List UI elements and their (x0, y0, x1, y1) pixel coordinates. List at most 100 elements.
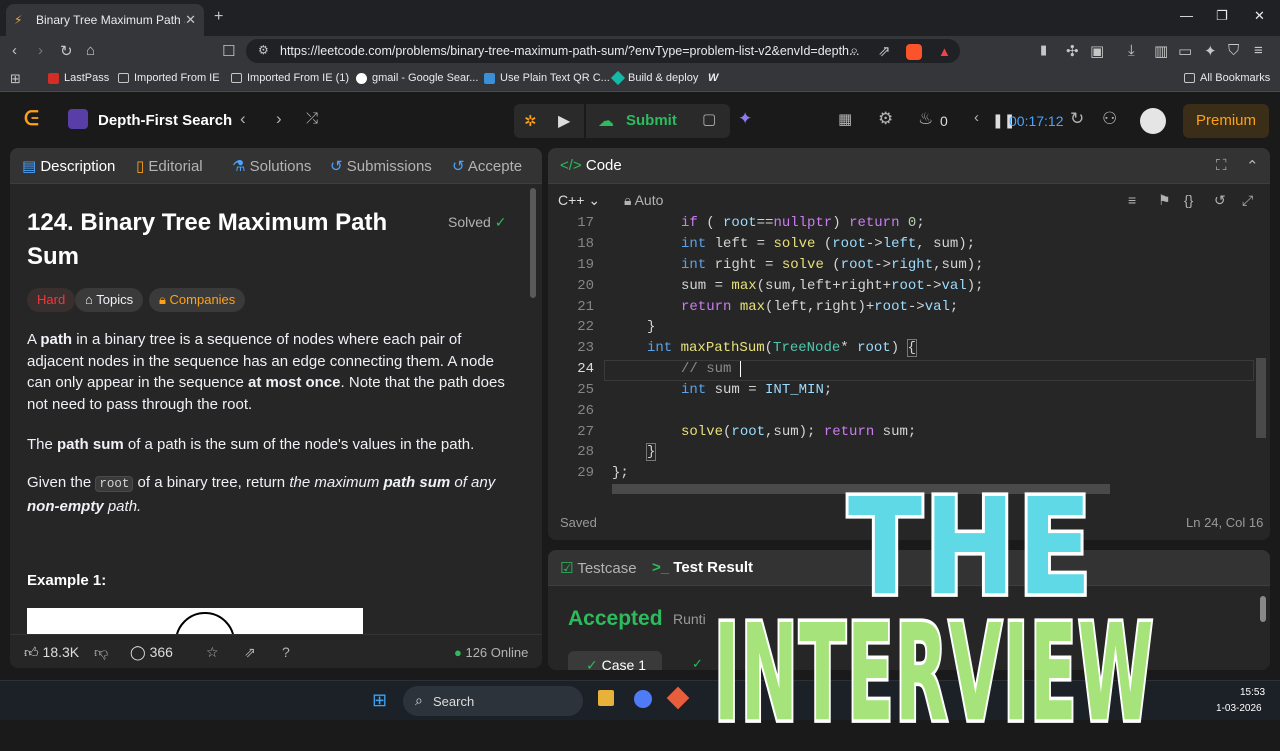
next-problem-icon[interactable]: › (276, 109, 282, 129)
new-tab-icon[interactable]: + (214, 8, 223, 26)
bookmark-w-icon[interactable]: W (708, 72, 718, 84)
download-icon[interactable]: ⤓ (1128, 42, 1135, 59)
leetcode-logo-icon[interactable]: ᕮ (24, 108, 39, 131)
line-number: 20 (577, 278, 594, 294)
check-icon: ✓ (586, 657, 602, 670)
autocomplete-toggle[interactable]: 🔒︎ Auto (624, 192, 663, 209)
copilot-icon[interactable] (634, 690, 652, 708)
description-paragraph-1: A path in a binary tree is a sequence of… (27, 331, 505, 413)
favorite-star-icon[interactable]: ☆ (206, 644, 219, 661)
home-icon[interactable]: ⌂ (86, 42, 95, 59)
tab-testcase[interactable]: ☑ Testcase (560, 559, 637, 577)
browser-tab[interactable]: ⚡ Binary Tree Maximum Path Sum ✕ (6, 4, 204, 36)
braces-icon[interactable]: {} (1184, 192, 1193, 208)
git-icon[interactable] (666, 686, 690, 710)
case-1-button[interactable]: ✓ Case 1 (568, 651, 662, 670)
wallet-icon[interactable]: ▭ (1178, 42, 1192, 60)
avatar[interactable] (1140, 108, 1166, 134)
like-button[interactable]: 👍︎ 18.3K (24, 644, 79, 661)
url-text: https://leetcode.com/problems/binary-tre… (280, 44, 860, 58)
tab-editorial[interactable]: ▯ Editorial (136, 157, 203, 175)
tab-accepted[interactable]: ↺ Accepte (452, 157, 522, 175)
bookmark-imported-ie-1[interactable]: Imported From IE (1) (231, 72, 349, 84)
shuffle-icon[interactable]: ⤮ (306, 110, 318, 127)
difficulty-badge: Hard (27, 288, 76, 312)
bookmark-page-icon[interactable]: ☐ (222, 42, 235, 60)
windows-start-icon[interactable]: ⊞ (372, 690, 387, 711)
fullscreen-icon[interactable]: ⤢ (1242, 192, 1253, 209)
topics-chip[interactable]: ⌂ Topics (75, 288, 144, 312)
leo-ai-icon[interactable]: ✦ (1204, 42, 1217, 60)
reset-timer-icon[interactable]: ↻ (1070, 109, 1084, 129)
settings-gear-icon[interactable]: ⚙ (878, 109, 893, 129)
run-icon[interactable]: ▶ (558, 111, 570, 131)
bookmark-lastpass[interactable]: LastPass (48, 72, 109, 84)
reload-icon[interactable]: ↻ (60, 42, 73, 60)
extension-flag-icon[interactable]: ▮ (1040, 42, 1047, 58)
notes-icon[interactable]: ▢ (702, 110, 716, 128)
zoom-icon[interactable]: ⌕ (850, 42, 858, 59)
scrollbar[interactable] (530, 188, 536, 298)
sidebar-icon[interactable]: ▥ (1154, 42, 1168, 60)
fire-icon[interactable]: ♨ (918, 109, 933, 129)
forward-icon[interactable]: › (38, 42, 43, 59)
taskbar-search[interactable]: ⌕ Search (403, 686, 583, 716)
close-window-icon[interactable]: ✕ (1254, 8, 1265, 24)
tab-solutions[interactable]: ⚗ Solutions (232, 157, 311, 175)
bookmark-build-deploy[interactable]: Build & deploy (610, 70, 698, 86)
add-friend-icon[interactable]: ⚇ (1102, 109, 1117, 129)
apps-grid-icon[interactable]: ⊞ (10, 71, 21, 87)
help-icon[interactable]: ? (282, 644, 290, 660)
screenshot-icon[interactable]: ▣ (1090, 42, 1104, 60)
code-panel-header: </> Code ⛶ ⌃ (548, 148, 1270, 184)
companies-chip[interactable]: 🔒︎ Companies (149, 288, 246, 312)
comments-button[interactable]: ◯ 366 (130, 644, 173, 661)
format-icon[interactable]: ≡ (1128, 192, 1136, 208)
bookmark-gmail[interactable]: gmail - Google Sear... (356, 72, 478, 84)
bookmark-imported-ie[interactable]: Imported From IE (118, 72, 220, 84)
minimize-icon[interactable]: — (1180, 8, 1193, 23)
flask-icon: ⚗ (232, 158, 250, 175)
bookmark-icon[interactable]: ⚑ (1158, 192, 1171, 209)
history-icon: ↺ (452, 158, 468, 175)
all-bookmarks[interactable]: All Bookmarks (1184, 72, 1270, 84)
code-editor[interactable]: 17 if ( root==nullptr) return 0; 18 int … (548, 215, 1270, 498)
back-icon[interactable]: ‹ (12, 42, 17, 59)
problem-list-title[interactable]: Depth-First Search (98, 112, 232, 129)
description-icon: ▤ (22, 158, 41, 175)
tab-test-result[interactable]: >_ Test Result (652, 559, 753, 576)
case-2-check-icon[interactable]: ✓ (692, 656, 703, 670)
tab-description[interactable]: ▤ Description (22, 157, 115, 175)
vpn-icon[interactable]: ⛉ (1228, 42, 1239, 59)
layout-icon[interactable]: ▦ (838, 110, 852, 128)
site-info-icon[interactable]: ⚙ (258, 43, 269, 57)
extensions-icon[interactable]: ✣ (1066, 42, 1079, 60)
bookmark-qr[interactable]: Use Plain Text QR C... (484, 72, 610, 84)
store-icon[interactable] (598, 690, 614, 706)
share-icon[interactable]: ⇗ (244, 644, 256, 661)
brave-shield-icon[interactable] (906, 44, 922, 60)
test-scrollbar[interactable] (1260, 596, 1266, 622)
language-select[interactable]: C++ ⌄ (558, 192, 600, 209)
vertical-scrollbar[interactable] (1256, 358, 1266, 438)
collapse-icon[interactable]: ⌃ (1246, 157, 1259, 175)
timer-collapse-icon[interactable]: ‹ (974, 109, 979, 126)
share-icon[interactable]: ⇗ (878, 42, 891, 60)
check-circle-icon: ✓ (494, 214, 507, 230)
line-number: 18 (577, 236, 594, 252)
prev-problem-icon[interactable]: ‹ (240, 109, 246, 129)
code-line: int left = solve (root->left, sum); (681, 236, 976, 252)
dislike-icon[interactable]: 👎︎ (94, 644, 108, 661)
menu-icon[interactable]: ≡ (1254, 42, 1263, 59)
reset-code-icon[interactable]: ↺ (1214, 192, 1226, 209)
debug-icon[interactable]: ✲ (524, 112, 537, 130)
maximize-icon[interactable]: ❐ (1216, 8, 1228, 24)
ai-sparkle-icon[interactable]: ✦ (738, 109, 752, 129)
premium-button[interactable]: Premium (1183, 104, 1269, 138)
run-submit-group: ✲ ▶ ☁ Submit (514, 104, 730, 138)
search-label: Search (433, 694, 475, 709)
close-tab-icon[interactable]: ✕ (185, 12, 196, 28)
rewards-icon[interactable]: ▲ (938, 44, 954, 60)
tab-submissions[interactable]: ↺ Submissions (330, 157, 432, 175)
expand-icon[interactable]: ⛶ (1216, 157, 1227, 174)
